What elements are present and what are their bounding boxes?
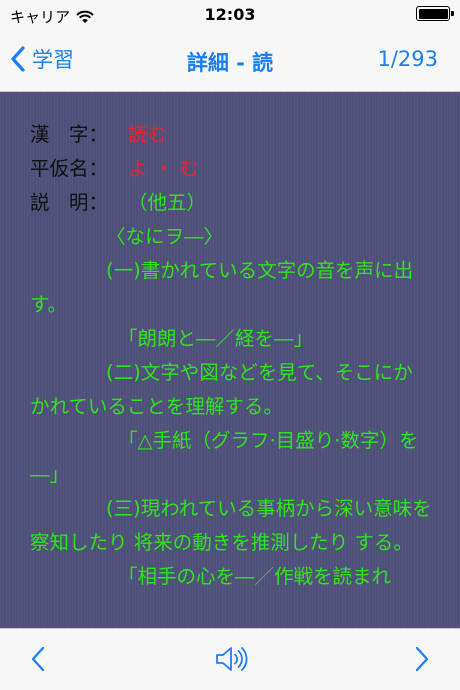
kanji-label: 漢 字： [30, 123, 109, 146]
status-time: 12:03 [204, 5, 256, 24]
back-button[interactable]: 学習 [10, 44, 74, 74]
definition-1: (一)書かれている文字の音を声に出す。 [30, 259, 414, 316]
detail-content[interactable]: 漢 字： 読む 平仮名： よ ・ む 説 明： （他五） 〈なにヲ―〉 (一)書… [0, 92, 460, 628]
meaning-row: 説 明： （他五） [30, 186, 432, 220]
example-3: 「相手の心を―／作戦を読まれ [118, 565, 392, 588]
page-counter: 1/293 [377, 47, 438, 71]
definition-3: (三)現われている事柄から深い意味を察知したり 将来の動きを推測したり する。 [30, 497, 432, 554]
speak-button[interactable] [214, 644, 248, 678]
kana-label: 平仮名： [30, 157, 109, 180]
battery-icon [416, 6, 454, 21]
meaning-type: （他五） [128, 191, 207, 214]
status-right [416, 6, 454, 21]
previous-button[interactable] [28, 645, 48, 677]
example-2: 「△手紙（グラフ·目盛り·数字）を―」 [30, 429, 419, 486]
meaning-label: 説 明： [30, 191, 109, 214]
chevron-right-icon [415, 646, 429, 672]
back-button-label: 学習 [32, 48, 74, 72]
bottom-toolbar [0, 628, 460, 690]
speaker-icon [216, 647, 248, 671]
next-button[interactable] [412, 645, 432, 677]
example-1: 「朗朗と―／経を―」 [118, 327, 314, 350]
chevron-left-icon [31, 646, 45, 672]
kanji-row: 漢 字： 読む [30, 118, 432, 152]
kanji-value: 読む [128, 123, 168, 146]
definition-2: (二)文字や図などを見て、そこにかかれていることを理解する。 [30, 361, 413, 418]
status-bar: キャリア 12:03 [0, 0, 460, 30]
usage-pattern: 〈なにヲ―〉 [106, 225, 224, 248]
meaning-description: 〈なにヲ―〉 (一)書かれている文字の音を声に出す。 「朗朗と―／経を―」 (二… [30, 220, 432, 594]
chevron-left-icon [11, 46, 25, 72]
navigation-bar: 学習 詳細 - 読 1/293 [0, 30, 460, 92]
kana-row: 平仮名： よ ・ む [30, 152, 432, 186]
kana-value: よ ・ む [128, 157, 199, 180]
